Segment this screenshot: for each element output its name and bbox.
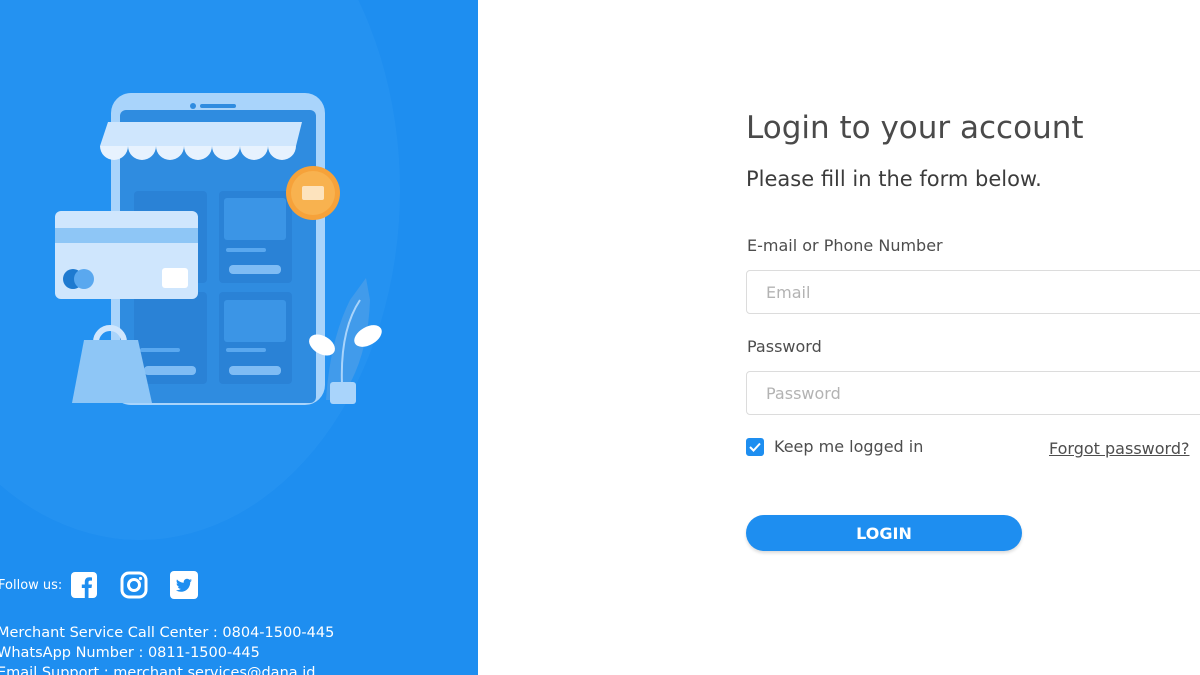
contact-info: Merchant Service Call Center : 0804-1500…	[0, 623, 334, 675]
email-label: E-mail or Phone Number	[747, 236, 943, 255]
password-label: Password	[747, 337, 822, 356]
phone-camera	[190, 103, 196, 109]
left-panel: Follow us: Merchant Service Call Center …	[0, 0, 478, 675]
follow-us-label: Follow us:	[0, 577, 63, 593]
call-center-text: Merchant Service Call Center : 0804-1500…	[0, 625, 335, 641]
product-button	[229, 265, 281, 274]
forgot-password-link[interactable]: Forgot password?	[1049, 439, 1189, 458]
twitter-icon[interactable]	[170, 571, 199, 599]
whatsapp-text: WhatsApp Number : 0811-1500-445	[0, 645, 260, 661]
keep-logged-in-label: Keep me logged in	[774, 437, 924, 456]
keep-logged-in-checkbox[interactable]	[746, 437, 764, 456]
coin-ticket	[302, 186, 324, 200]
password-input[interactable]	[746, 371, 1200, 415]
facebook-icon[interactable]	[70, 571, 98, 599]
email-support-text: Email Support : merchant.services@dana.i…	[0, 665, 316, 675]
phone-speaker	[200, 104, 236, 108]
keep-logged-in-row: Keep me logged in	[746, 437, 923, 456]
product-button	[144, 366, 196, 375]
login-form: Login to your account Please fill in the…	[746, 0, 1200, 675]
checkmark-icon	[749, 442, 761, 452]
email-input[interactable]	[746, 270, 1200, 314]
card-logo-right	[74, 269, 94, 289]
card-chip	[162, 268, 188, 288]
plant-pot	[330, 382, 356, 404]
awning-top	[100, 122, 302, 146]
shop-illustration	[55, 93, 382, 405]
product-button	[229, 366, 281, 375]
card-stripe	[55, 228, 198, 243]
login-button[interactable]: LOGIN	[746, 515, 1022, 551]
shopping-bag	[72, 340, 152, 403]
product-text	[226, 248, 266, 252]
instagram-icon[interactable]	[120, 571, 148, 599]
page-subtitle: Please fill in the form below.	[746, 167, 1042, 191]
follow-us-row: Follow us:	[0, 570, 220, 600]
product-text	[226, 348, 266, 352]
page-title: Login to your account	[746, 110, 1084, 146]
product-image	[224, 300, 286, 342]
product-text	[140, 348, 180, 352]
product-image	[224, 198, 286, 240]
